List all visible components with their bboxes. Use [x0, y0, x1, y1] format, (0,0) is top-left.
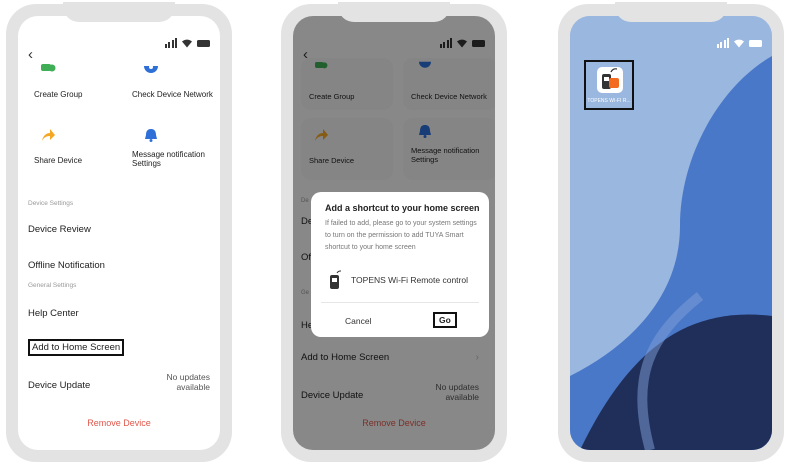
update-status: No updates available	[166, 372, 210, 392]
offline-notification-row[interactable]: Offline Notification	[28, 260, 210, 271]
chevron-left-icon[interactable]: ‹	[28, 46, 33, 63]
share-icon	[42, 129, 55, 141]
device-name: TOPENS Wi-Fi Remote control	[351, 275, 468, 285]
share-device-tile[interactable]: Share Device	[28, 126, 122, 178]
divider	[321, 302, 479, 303]
dialog-title: Add a shortcut to your home screen	[325, 203, 480, 213]
bell-icon	[145, 129, 157, 142]
settings-screen: ‹ Create Group Check Device Network Shar…	[18, 16, 220, 450]
network-icon	[144, 65, 158, 73]
phone-home: TOPENS WI-FI R...	[558, 2, 784, 462]
add-to-home-label: Add to Home Screen	[28, 339, 125, 356]
status-bar	[164, 38, 210, 48]
phone-notch	[615, 2, 727, 22]
battery-icon	[749, 39, 762, 47]
message-settings-tile[interactable]: Message notification Settings	[128, 126, 220, 178]
phone-dialog: ‹ Create Group Check Device Network Shar…	[281, 2, 507, 462]
app-shortcut[interactable]: TOPENS WI-FI R...	[584, 60, 634, 110]
home-screen: TOPENS WI-FI R...	[570, 16, 772, 450]
tile-label: Check Device Network	[132, 90, 213, 99]
shortcut-dialog: Add a shortcut to your home screen If fa…	[311, 192, 489, 337]
status-bar	[716, 38, 762, 48]
device-review-row[interactable]: Device Review	[28, 224, 210, 235]
row-label: Offline Notification	[28, 260, 105, 271]
dialog-screen: ‹ Create Group Check Device Network Shar…	[293, 16, 495, 450]
go-button[interactable]: Go	[433, 312, 457, 328]
general-settings-header: General Settings	[28, 282, 77, 289]
row-label: Help Center	[28, 308, 79, 319]
tile-label: Message notification Settings	[132, 150, 205, 168]
wifi-icon	[182, 39, 192, 48]
signal-icon	[164, 38, 177, 48]
phone-notch	[338, 2, 450, 22]
device-update-row[interactable]: Device Update No updates available	[28, 372, 210, 392]
row-label: Device Review	[28, 224, 91, 235]
app-label: TOPENS WI-FI R...	[587, 98, 631, 104]
cancel-button[interactable]: Cancel	[345, 316, 371, 326]
tile-label: Share Device	[34, 156, 83, 165]
row-label: Device Update	[28, 380, 91, 391]
phone-settings: ‹ Create Group Check Device Network Shar…	[6, 2, 232, 462]
add-to-home-row[interactable]: Add to Home Screen	[28, 339, 210, 356]
create-group-tile[interactable]: Create Group	[28, 62, 122, 114]
topens-app-icon	[597, 67, 623, 93]
tile-label: Create Group	[34, 90, 83, 99]
signal-icon	[716, 38, 729, 48]
dialog-message: If failed to add, please go to your syst…	[325, 220, 477, 251]
battery-icon	[197, 39, 210, 47]
remove-device-button[interactable]: Remove Device	[18, 418, 220, 428]
check-network-tile[interactable]: Check Device Network	[128, 62, 220, 114]
create-group-icon	[41, 64, 56, 72]
phone-notch	[63, 2, 175, 22]
device-settings-header: Device Settings	[28, 200, 74, 207]
device-entry: TOPENS Wi-Fi Remote control	[327, 270, 468, 290]
remote-control-icon	[330, 270, 342, 289]
help-center-row[interactable]: Help Center	[28, 308, 210, 319]
wifi-icon	[734, 39, 744, 48]
